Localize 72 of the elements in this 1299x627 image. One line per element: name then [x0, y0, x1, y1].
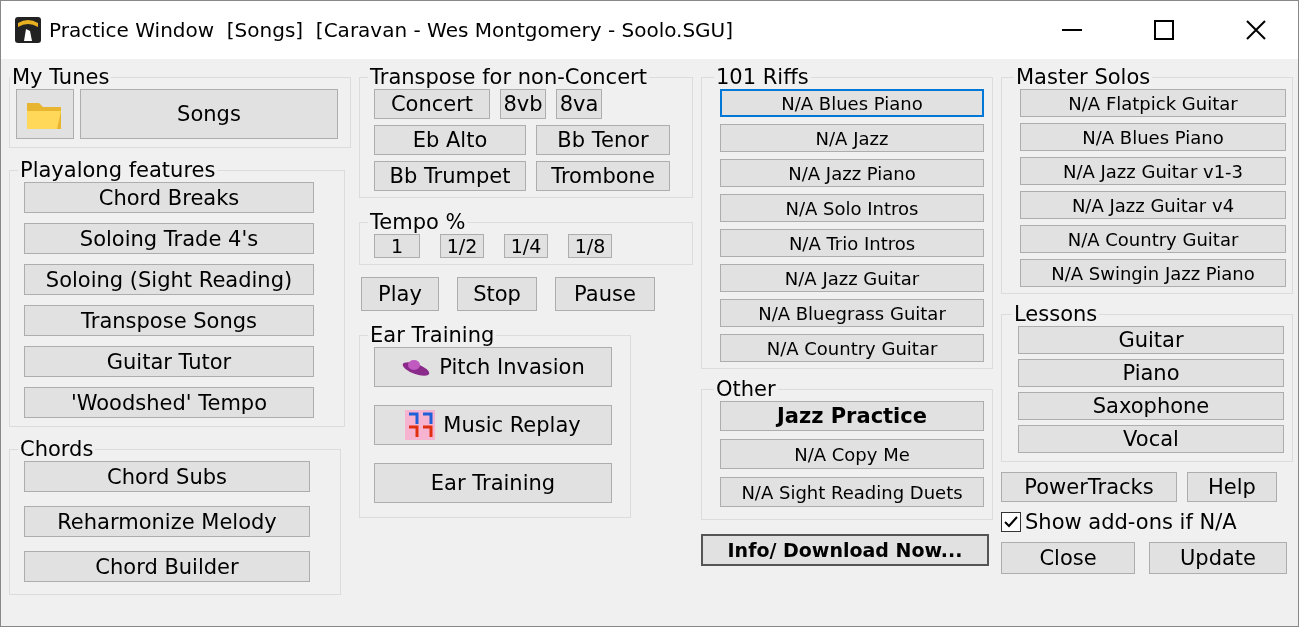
group-title: Playalong features: [19, 158, 217, 182]
feature-button[interactable]: Soloing (Sight Reading): [24, 264, 314, 295]
group-title: 101 Riffs: [715, 65, 810, 89]
solo-button[interactable]: N/A Jazz Guitar v1-3: [1020, 157, 1286, 185]
ear-training-button[interactable]: Music Replay: [374, 405, 612, 445]
songs-button[interactable]: Songs: [80, 89, 338, 139]
close-icon: [1246, 20, 1266, 40]
riff-button[interactable]: N/A Bluegrass Guitar: [720, 299, 984, 327]
transpose-button[interactable]: 8va: [556, 89, 602, 119]
chord-button[interactable]: Chord Subs: [24, 461, 310, 492]
riff-button[interactable]: N/A Jazz Guitar: [720, 264, 984, 292]
group-title: Chords: [19, 437, 95, 461]
close-dialog-button[interactable]: Close: [1001, 542, 1135, 574]
powertracks-button[interactable]: PowerTracks: [1001, 472, 1177, 502]
solo-button[interactable]: N/A Flatpick Guitar: [1020, 89, 1286, 117]
group-title: Lessons: [1013, 302, 1099, 326]
riff-button[interactable]: N/A Trio Intros: [720, 229, 984, 257]
ear-training-button[interactable]: Ear Training: [374, 463, 612, 503]
solo-button[interactable]: N/A Swingin Jazz Piano: [1020, 259, 1286, 287]
group-title: Transpose for non-Concert: [369, 65, 648, 89]
transpose-button[interactable]: Eb Alto: [374, 125, 526, 155]
transport-button[interactable]: Play: [361, 277, 439, 311]
group-title: Tempo %: [369, 210, 467, 234]
transpose-button[interactable]: Bb Tenor: [536, 125, 670, 155]
update-button[interactable]: Update: [1149, 542, 1287, 574]
feature-button[interactable]: 'Woodshed' Tempo: [24, 387, 314, 418]
lesson-button[interactable]: Saxophone: [1018, 392, 1284, 420]
transport-button[interactable]: Pause: [555, 277, 655, 311]
feature-button[interactable]: Transpose Songs: [24, 305, 314, 336]
chord-button[interactable]: Reharmonize Melody: [24, 506, 310, 537]
group-title: Other: [715, 377, 777, 401]
help-button[interactable]: Help: [1187, 472, 1277, 502]
app-icon: [15, 17, 41, 43]
feature-button[interactable]: Chord Breaks: [24, 182, 314, 213]
tempo-button[interactable]: 1/8: [568, 234, 612, 258]
tempo-button[interactable]: 1/4: [504, 234, 548, 258]
group-title: Master Solos: [1015, 65, 1152, 89]
show-addons-checkbox[interactable]: Show add-ons if N/A: [1001, 510, 1293, 534]
info-download-button[interactable]: Info/ Download Now...: [701, 534, 989, 566]
other-button[interactable]: N/A Copy Me: [720, 439, 984, 469]
riff-button[interactable]: N/A Jazz Piano: [720, 159, 984, 187]
tempo-button[interactable]: 1/2: [440, 234, 484, 258]
other-button[interactable]: Jazz Practice: [720, 401, 984, 431]
transpose-button[interactable]: Concert: [374, 89, 490, 119]
feature-button[interactable]: Guitar Tutor: [24, 346, 314, 377]
solo-button[interactable]: N/A Country Guitar: [1020, 225, 1286, 253]
riff-button[interactable]: N/A Blues Piano: [720, 89, 984, 117]
lesson-button[interactable]: Guitar: [1018, 326, 1284, 354]
transport-button[interactable]: Stop: [457, 277, 537, 311]
music-notes-icon: [405, 410, 436, 440]
feature-button[interactable]: Soloing Trade 4's: [24, 223, 314, 254]
riff-button[interactable]: N/A Country Guitar: [720, 334, 984, 362]
riff-button[interactable]: N/A Jazz: [720, 124, 984, 152]
minimize-icon: [1062, 29, 1082, 31]
lesson-button[interactable]: Vocal: [1018, 425, 1284, 453]
window-title: Practice Window [Songs] [Caravan - Wes Montgomery - Soolo.SGU]: [49, 18, 735, 42]
solo-button[interactable]: N/A Jazz Guitar v4: [1020, 191, 1286, 219]
group-title: My Tunes: [11, 65, 111, 89]
ear-training-button[interactable]: Pitch Invasion: [374, 347, 612, 387]
group-title: Ear Training: [369, 323, 496, 347]
checkbox-label: Show add-ons if N/A: [1025, 510, 1237, 534]
maximize-icon: [1154, 20, 1174, 40]
other-button[interactable]: N/A Sight Reading Duets: [720, 477, 984, 507]
tempo-button[interactable]: 1: [374, 234, 420, 258]
transpose-button[interactable]: Trombone: [536, 161, 670, 191]
chord-button[interactable]: Chord Builder: [24, 551, 310, 582]
transpose-button[interactable]: Bb Trumpet: [374, 161, 526, 191]
checkmark-icon: [1004, 516, 1018, 528]
lesson-button[interactable]: Piano: [1018, 359, 1284, 387]
solo-button[interactable]: N/A Blues Piano: [1020, 123, 1286, 151]
transpose-button[interactable]: 8vb: [500, 89, 546, 119]
riff-button[interactable]: N/A Solo Intros: [720, 194, 984, 222]
